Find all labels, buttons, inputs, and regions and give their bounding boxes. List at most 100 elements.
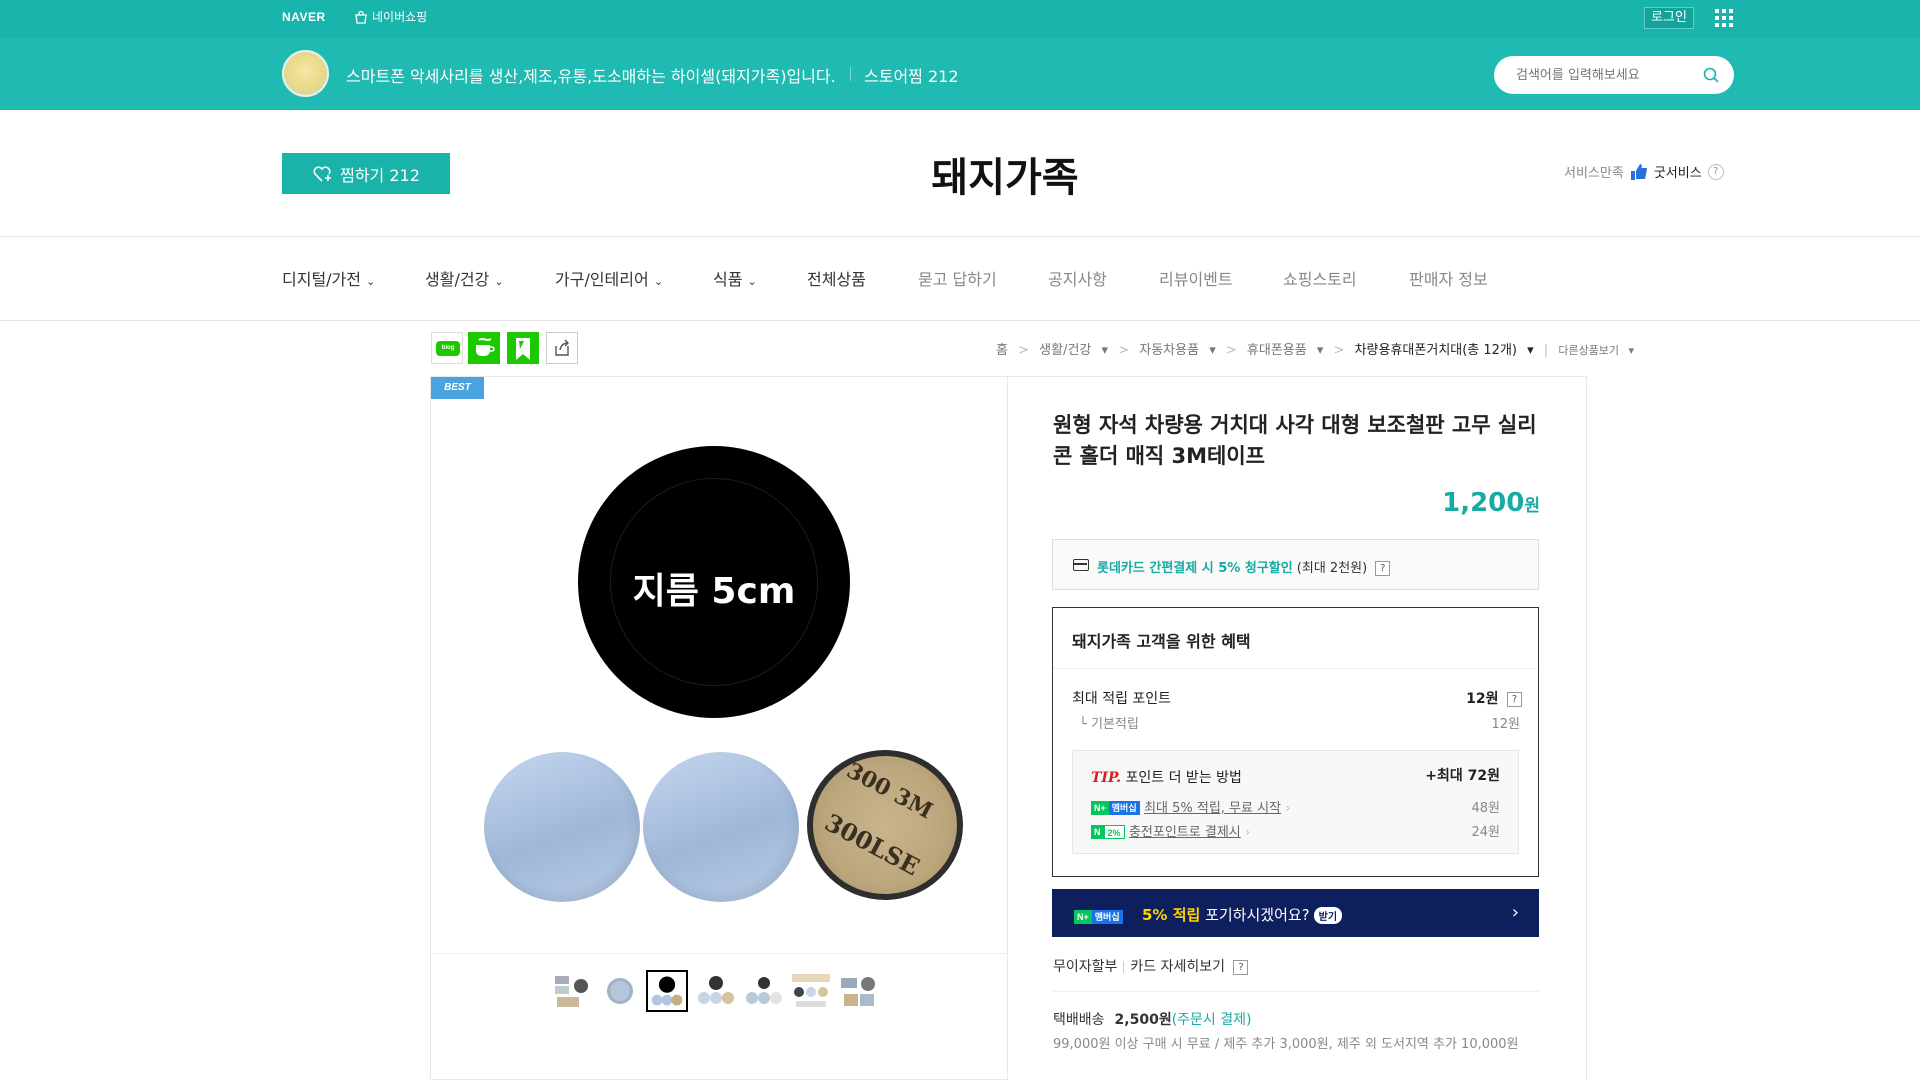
divider — [431, 953, 1007, 954]
breadcrumb-category-1[interactable]: 생활/건강 ▾ — [1039, 343, 1108, 358]
breadcrumb-current[interactable]: 차량용휴대폰거치대(총 12개) ▾ — [1355, 343, 1534, 358]
divider — [1053, 991, 1539, 992]
search-box[interactable] — [1494, 56, 1734, 94]
credit-card-icon — [1073, 559, 1089, 571]
chevron-down-icon: ⌄ — [366, 275, 376, 288]
naver-shopping-link[interactable]: 네이버쇼핑 — [354, 8, 427, 25]
store-avatar[interactable] — [282, 50, 329, 97]
nav-item-review-event[interactable]: 리뷰이벤트 — [1159, 266, 1233, 290]
max-point-label: 최대 적립 포인트 — [1072, 691, 1172, 707]
nav-item-living[interactable]: 생활/건강 ⌄ — [425, 266, 504, 290]
help-icon[interactable]: ? — [1375, 561, 1391, 576]
product-main-image[interactable]: 지름 5cm — [578, 446, 850, 718]
metal-plate-image — [484, 752, 640, 902]
nav-item-all-products[interactable]: 전체상품 — [807, 266, 866, 290]
product-title: 원형 자석 차량용 거치대 사각 대형 보조철판 고무 실리콘 홀더 매직 3M… — [1053, 413, 1537, 468]
chevron-right-icon: > — [1118, 343, 1130, 358]
share-button[interactable] — [546, 332, 578, 364]
card-promo-note: (최대 2천원) — [1296, 561, 1368, 576]
shipping-note: 99,000원 이상 구매 시 무료 / 제주 추가 3,000원, 제주 외 … — [1053, 1037, 1519, 1052]
naver-plus-membership-icon: N+ 멤버십 — [1074, 906, 1123, 925]
search-icon[interactable] — [1702, 66, 1720, 84]
charge-point-row[interactable]: N 2% 충전포인트로 결제시 › — [1091, 821, 1250, 840]
nav-item-notice[interactable]: 공지사항 — [1048, 266, 1107, 290]
product-image-label: 지름 5cm — [632, 571, 796, 612]
breadcrumb-category-2[interactable]: 자동차용품 ▾ — [1139, 343, 1215, 358]
divider — [0, 236, 1920, 237]
app-grid-icon[interactable] — [1715, 9, 1733, 27]
tape-print: 300LSE — [820, 807, 925, 882]
shipping-pay-note: (주문시 결제) — [1171, 1012, 1252, 1028]
membership-highlight: 5% 적립 — [1142, 906, 1201, 924]
membership-row[interactable]: N+ 멤버십 최대 5% 적립, 무료 시작 › — [1091, 797, 1290, 816]
blog-share-button[interactable]: blog — [431, 332, 463, 364]
chevron-right-icon: > — [1333, 343, 1345, 358]
tape-print: 300 3M — [842, 757, 937, 825]
charge-point-link[interactable]: 충전포인트로 결제시 — [1129, 825, 1241, 840]
help-icon[interactable]: ? — [1507, 691, 1522, 707]
breadcrumb: 홈 > 생활/건강 ▾ > 자동차용품 ▾ > 휴대폰용품 ▾ > 차량용휴대폰… — [996, 343, 1635, 358]
3m-tape-image: 300 3M 300LSE — [807, 750, 963, 900]
divider — [850, 67, 851, 81]
store-description: 스마트폰 악세사리를 생산,제조,유통,도소매하는 하이셀(돼지가족)입니다. — [346, 67, 836, 86]
naver-n-icon: N — [1091, 825, 1104, 839]
installment-row: 무이자할부 카드 자세히보기 ? — [1053, 956, 1249, 976]
keep-button[interactable] — [507, 332, 539, 364]
thumbnail-7[interactable] — [838, 970, 880, 1012]
installment-label: 무이자할부 — [1053, 959, 1118, 975]
thumbnail-3-selected[interactable] — [646, 970, 688, 1012]
service-value: 굿서비스 — [1653, 166, 1702, 181]
base-point-label: └ 기본적립 — [1079, 717, 1139, 732]
membership-value: 48원 — [1471, 801, 1500, 816]
nav-item-digital[interactable]: 디지털/가전 ⌄ — [282, 266, 375, 290]
thumbnail-6[interactable] — [790, 970, 832, 1012]
cafe-cup-icon — [476, 338, 495, 356]
max-point-value: 12원 ? — [1466, 688, 1522, 708]
tip-max-value: +최대 72원 — [1425, 768, 1500, 784]
other-products-link[interactable]: 다른상품보기 ▾ — [1558, 344, 1634, 357]
membership-link[interactable]: 최대 5% 적립, 무료 시작 — [1144, 801, 1281, 816]
charge-point-value: 24원 — [1471, 825, 1500, 840]
cafe-share-button[interactable] — [468, 332, 500, 364]
divider — [1053, 668, 1537, 669]
breadcrumb-category-3[interactable]: 휴대폰용품 ▾ — [1247, 343, 1323, 358]
thumbnail-5[interactable] — [743, 970, 785, 1012]
chevron-right-icon: > — [1225, 343, 1237, 358]
nav-item-food[interactable]: 식품 ⌄ — [713, 266, 757, 290]
chevron-down-icon: ⌄ — [494, 275, 504, 288]
membership-banner[interactable]: N+ 멤버십 5% 적립 포기하시겠어요? 받기 › — [1052, 889, 1539, 937]
naver-shopping-label: 네이버쇼핑 — [372, 10, 428, 24]
tip-box: TIP. 포인트 더 받는 방법 +최대 72원 N+ 멤버십 최대 5% 적립,… — [1072, 750, 1519, 854]
naver-logo[interactable]: NAVER — [282, 10, 326, 24]
thumbs-up-icon — [1630, 163, 1647, 180]
search-input[interactable] — [1516, 65, 1696, 85]
nav-item-furniture[interactable]: 가구/인테리어 ⌄ — [555, 266, 663, 290]
bookmark-icon — [516, 338, 530, 360]
chevron-right-icon: > — [1018, 343, 1030, 358]
customer-benefit-box: 돼지가족 고객을 위한 혜택 최대 적립 포인트 12원 ? └ 기본적립 12… — [1052, 607, 1539, 877]
help-icon[interactable]: ? — [1233, 959, 1249, 975]
membership-text: 포기하시겠어요? — [1200, 906, 1310, 924]
nav-item-qna[interactable]: 묻고 답하기 — [918, 266, 997, 290]
breadcrumb-home[interactable]: 홈 — [996, 343, 1008, 358]
chevron-down-icon: ⌄ — [747, 275, 757, 288]
nav-item-seller-info[interactable]: 판매자 정보 — [1409, 266, 1488, 290]
nav-item-shopping-story[interactable]: 쇼핑스토리 — [1283, 266, 1357, 290]
card-discount-banner[interactable]: 롯데카드 간편결제 시 5% 청구할인 (최대 2천원) ? — [1052, 539, 1539, 590]
store-zzim-count: 스토어찜 212 — [864, 67, 959, 86]
card-detail-link[interactable]: 카드 자세히보기 — [1130, 959, 1225, 975]
blog-icon: blog — [436, 341, 460, 356]
metal-plate-image — [643, 752, 799, 902]
divider — [0, 320, 1920, 321]
thumbnail-4[interactable] — [695, 970, 737, 1012]
thumbnail-1[interactable] — [551, 970, 593, 1012]
login-button[interactable]: 로그인 — [1644, 7, 1694, 29]
store-header: 스마트폰 악세사리를 생산,제조,유통,도소매하는 하이셀(돼지가족)입니다. … — [0, 38, 1920, 110]
best-badge: BEST — [431, 377, 484, 399]
thumbnail-2[interactable] — [599, 970, 641, 1012]
chevron-right-icon: › — [1511, 902, 1519, 923]
card-promo-text: 롯데카드 간편결제 시 5% 청구할인 — [1097, 561, 1293, 576]
shipping-row: 택배배송 2,500원(주문시 결제) — [1053, 1009, 1251, 1029]
help-icon[interactable]: ? — [1707, 163, 1724, 180]
global-topbar: NAVER 네이버쇼핑 로그인 — [0, 0, 1920, 38]
